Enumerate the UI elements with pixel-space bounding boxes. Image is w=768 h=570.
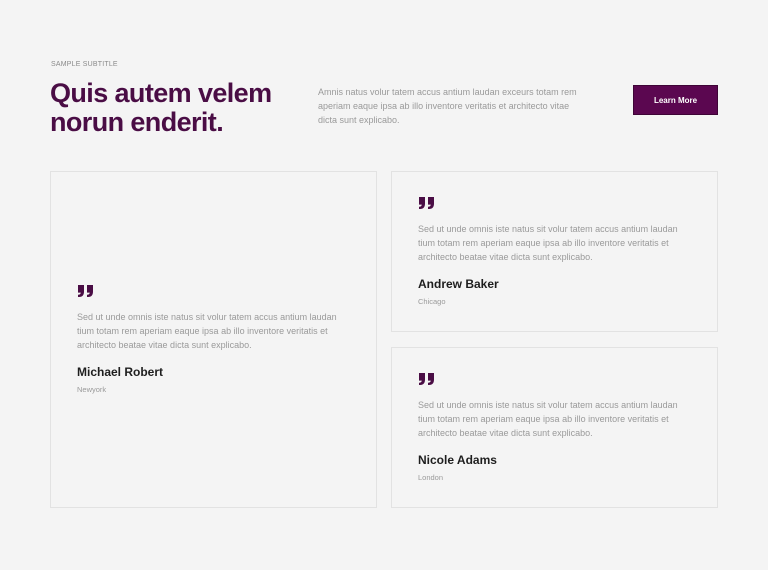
- testimonial-card-michael-robert: Sed ut unde omnis iste natus sit volur t…: [50, 171, 377, 508]
- testimonial-card-nicole-adams: Sed ut unde omnis iste natus sit volur t…: [391, 347, 718, 508]
- testimonial-card-andrew-baker: Sed ut unde omnis iste natus sit volur t…: [391, 171, 718, 332]
- testimonial-city: Newyork: [77, 385, 107, 394]
- testimonials-section: SAMPLE SUBTITLE Quis autem velem norun e…: [0, 0, 768, 570]
- quote-icon: [419, 197, 434, 209]
- testimonial-city: Chicago: [418, 297, 446, 306]
- testimonial-quote: Sed ut unde omnis iste natus sit volur t…: [77, 312, 337, 350]
- section-title: Quis autem velem norun enderit.: [50, 78, 272, 137]
- quote-icon: [78, 285, 93, 297]
- testimonial-name: Andrew Baker: [418, 277, 499, 291]
- testimonial-name: Nicole Adams: [418, 453, 497, 467]
- testimonial-quote: Sed ut unde omnis iste natus sit volur t…: [418, 224, 678, 262]
- section-subtitle: SAMPLE SUBTITLE: [51, 61, 118, 68]
- testimonial-city: London: [418, 473, 444, 482]
- testimonial-name: Michael Robert: [77, 365, 164, 379]
- quote-icon: [419, 373, 434, 385]
- section-description: Amnis natus volur tatem accus antium lau…: [318, 87, 577, 125]
- testimonial-quote: Sed ut unde omnis iste natus sit volur t…: [418, 400, 678, 438]
- learn-more-button[interactable]: Learn More: [633, 85, 718, 115]
